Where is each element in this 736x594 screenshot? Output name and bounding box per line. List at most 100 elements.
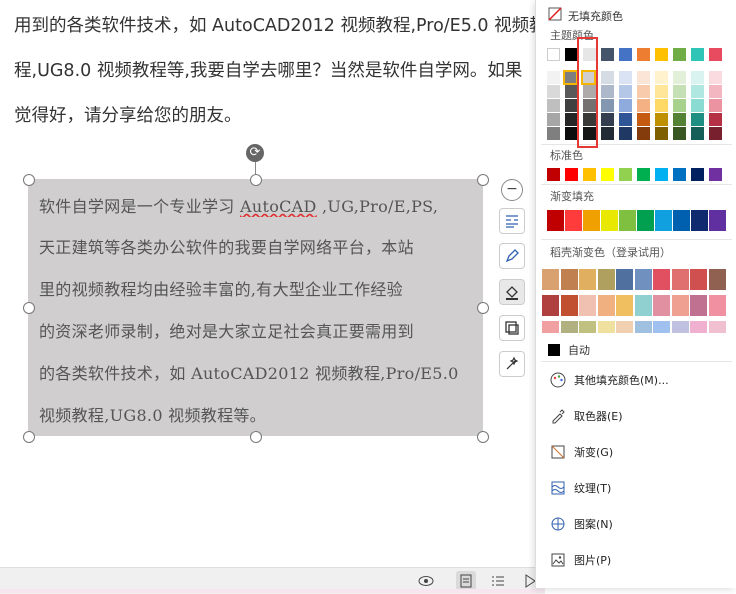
docer-gradient-swatch[interactable] xyxy=(579,295,596,316)
theme-color-swatch[interactable] xyxy=(601,99,614,112)
docer-gradient-swatch[interactable] xyxy=(634,321,652,333)
resize-handle-bl[interactable] xyxy=(23,431,35,443)
docer-gradient-swatch[interactable] xyxy=(616,295,633,316)
theme-color-swatch[interactable] xyxy=(601,48,614,61)
docer-gradient-swatch[interactable] xyxy=(653,295,670,316)
standard-color-swatch[interactable] xyxy=(619,168,632,181)
theme-color-swatch[interactable] xyxy=(673,99,686,112)
picture-item[interactable]: 图片(P) xyxy=(550,550,611,570)
gradient-item[interactable]: 渐变(G) xyxy=(550,442,613,462)
docer-gradient-swatch[interactable] xyxy=(597,269,615,290)
page-view-icon[interactable] xyxy=(456,571,476,591)
theme-color-swatch[interactable] xyxy=(619,48,632,61)
shape-style-icon[interactable] xyxy=(499,315,525,341)
docer-gradient-swatch[interactable] xyxy=(579,321,596,333)
outline-pen-icon[interactable] xyxy=(499,243,525,269)
docer-gradient-swatch[interactable] xyxy=(560,295,578,316)
docer-gradient-swatch[interactable] xyxy=(690,321,707,333)
docer-gradient-swatch[interactable] xyxy=(542,295,559,316)
theme-color-swatch[interactable] xyxy=(637,127,650,140)
eyedropper-item[interactable]: 取色器(E) xyxy=(550,406,623,426)
docer-gradient-swatch[interactable] xyxy=(597,321,615,333)
theme-color-swatch[interactable] xyxy=(709,127,722,140)
more-fill-colors-item[interactable]: 其他填充颜色(M)... xyxy=(550,370,669,390)
theme-color-swatch[interactable] xyxy=(547,71,560,84)
docer-gradient-swatch[interactable] xyxy=(616,321,633,333)
docer-gradient-swatch[interactable] xyxy=(671,321,689,333)
theme-color-swatch[interactable] xyxy=(619,127,632,140)
standard-color-swatch[interactable] xyxy=(655,168,668,181)
docer-gradient-swatch[interactable] xyxy=(653,269,670,290)
theme-color-swatch[interactable] xyxy=(601,113,614,126)
docer-gradient-swatch[interactable] xyxy=(708,321,726,333)
theme-color-swatch[interactable] xyxy=(547,113,560,126)
gradient-fill-swatch[interactable] xyxy=(655,210,672,231)
gradient-fill-swatch[interactable] xyxy=(691,210,708,231)
docer-gradient-swatch[interactable] xyxy=(560,321,578,333)
theme-color-swatch[interactable] xyxy=(637,48,650,61)
rotate-handle-icon[interactable]: ⟳ xyxy=(246,144,264,162)
theme-color-swatch[interactable] xyxy=(637,71,650,84)
resize-handle-b[interactable] xyxy=(250,431,262,443)
eye-icon[interactable] xyxy=(416,571,436,591)
text-box[interactable]: 软件自学网是一个专业学习 AutoCAD ,UG,Pro/E,PS, 天正建筑等… xyxy=(28,179,483,436)
theme-color-swatch[interactable] xyxy=(673,113,686,126)
auto-color-item[interactable]: 自动 xyxy=(548,342,590,358)
resize-handle-l[interactable] xyxy=(23,302,35,314)
theme-color-swatch[interactable] xyxy=(547,127,560,140)
theme-color-swatch[interactable] xyxy=(547,48,560,61)
theme-color-swatch[interactable] xyxy=(547,99,560,112)
theme-color-swatch[interactable] xyxy=(691,99,704,112)
theme-color-swatch[interactable] xyxy=(691,113,704,126)
theme-color-swatch[interactable] xyxy=(619,113,632,126)
magic-wand-icon[interactable] xyxy=(499,351,525,377)
standard-color-swatch[interactable] xyxy=(565,168,578,181)
theme-color-swatch[interactable] xyxy=(637,99,650,112)
no-fill-item[interactable]: 无填充颜色 xyxy=(548,7,623,24)
theme-color-swatch[interactable] xyxy=(673,85,686,98)
docer-gradient-swatch[interactable] xyxy=(671,269,689,290)
gradient-fill-swatch[interactable] xyxy=(547,210,564,231)
fill-bucket-icon[interactable] xyxy=(499,279,525,305)
theme-color-swatch[interactable] xyxy=(691,85,704,98)
docer-gradient-swatch[interactable] xyxy=(708,295,726,316)
theme-color-swatch[interactable] xyxy=(709,99,722,112)
theme-color-swatch[interactable] xyxy=(601,127,614,140)
theme-color-swatch[interactable] xyxy=(691,127,704,140)
standard-color-swatch[interactable] xyxy=(637,168,650,181)
collapse-button[interactable]: − xyxy=(501,179,523,201)
theme-color-swatch[interactable] xyxy=(619,85,632,98)
docer-gradient-swatch[interactable] xyxy=(579,269,596,290)
gradient-fill-swatch[interactable] xyxy=(583,210,600,231)
standard-color-swatch[interactable] xyxy=(691,168,704,181)
theme-color-swatch[interactable] xyxy=(655,48,668,61)
docer-gradient-swatch[interactable] xyxy=(634,295,652,316)
standard-color-swatch[interactable] xyxy=(601,168,614,181)
standard-color-swatch[interactable] xyxy=(547,168,560,181)
resize-handle-r[interactable] xyxy=(477,302,489,314)
theme-color-swatch[interactable] xyxy=(673,127,686,140)
theme-color-swatch[interactable] xyxy=(709,85,722,98)
theme-color-swatch[interactable] xyxy=(673,48,686,61)
theme-color-swatch[interactable] xyxy=(709,71,722,84)
theme-color-swatch[interactable] xyxy=(619,71,632,84)
theme-color-swatch[interactable] xyxy=(691,48,704,61)
theme-color-swatch[interactable] xyxy=(637,85,650,98)
theme-color-swatch[interactable] xyxy=(547,85,560,98)
theme-color-swatch[interactable] xyxy=(655,99,668,112)
theme-color-swatch[interactable] xyxy=(691,71,704,84)
resize-handle-tr[interactable] xyxy=(477,174,489,186)
theme-color-swatch[interactable] xyxy=(655,113,668,126)
gradient-fill-swatch[interactable] xyxy=(601,210,618,231)
theme-color-swatch[interactable] xyxy=(673,71,686,84)
theme-color-swatch[interactable] xyxy=(601,71,614,84)
theme-color-swatch[interactable] xyxy=(655,127,668,140)
gradient-fill-swatch[interactable] xyxy=(619,210,636,231)
gradient-fill-swatch[interactable] xyxy=(565,210,582,231)
standard-color-swatch[interactable] xyxy=(673,168,686,181)
docer-gradient-swatch[interactable] xyxy=(671,295,689,316)
resize-handle-t[interactable] xyxy=(250,174,262,186)
pattern-item[interactable]: 图案(N) xyxy=(550,514,613,534)
docer-gradient-swatch[interactable] xyxy=(542,269,559,290)
texture-item[interactable]: 纹理(T) xyxy=(550,478,611,498)
